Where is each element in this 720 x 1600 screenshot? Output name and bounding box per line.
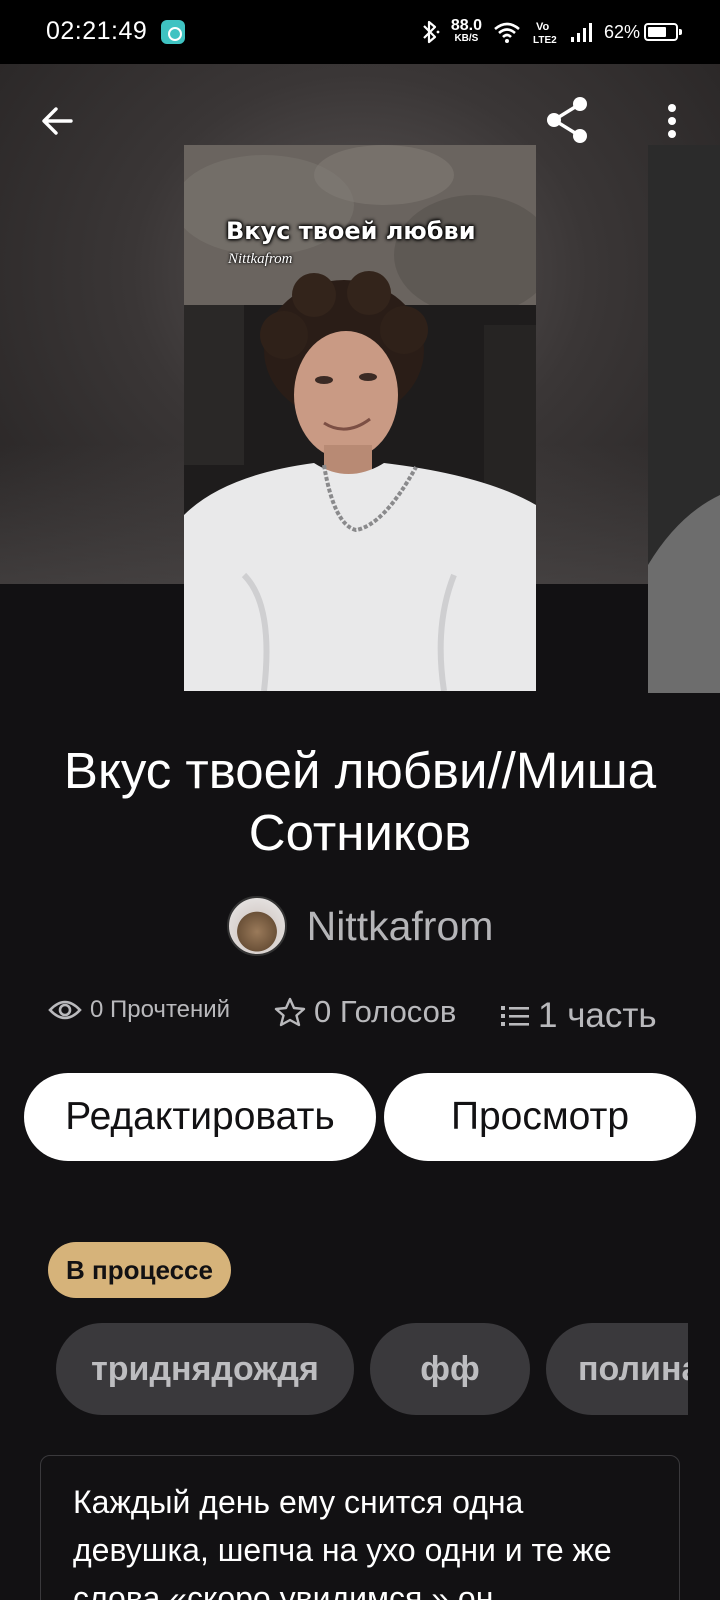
cover-title: Вкус твоей любви xyxy=(226,217,476,245)
next-book-cover[interactable] xyxy=(648,145,720,693)
battery-indicator: 62% xyxy=(603,21,682,43)
parts-stat: 1 часть xyxy=(500,996,657,1036)
status-badge: В процессе xyxy=(48,1242,231,1298)
votes-count: 0 Голосов xyxy=(314,994,457,1029)
next-cover-photo xyxy=(648,145,720,693)
status-time: 02:21:49 xyxy=(46,17,148,45)
more-vertical-icon xyxy=(668,104,676,138)
author-name[interactable]: Nittkafrom xyxy=(307,903,494,950)
volte-icon: Vo LTE2 xyxy=(533,21,557,45)
tag-chip[interactable]: триднядождя xyxy=(56,1323,354,1415)
more-options-button[interactable] xyxy=(650,94,694,148)
network-speed-unit: KB/S xyxy=(454,33,479,44)
app-notification-icon xyxy=(161,20,185,44)
description-text: Каждый день ему снится одна девушка, шеп… xyxy=(73,1484,612,1600)
bluetooth-icon xyxy=(423,20,440,44)
battery-percent: 62% xyxy=(603,21,640,42)
share-button[interactable] xyxy=(540,92,596,148)
book-cover[interactable]: Вкус твоей любви Nittkafrom xyxy=(184,145,536,691)
reads-stat: 0 Прочтений xyxy=(48,996,230,1024)
parts-count: 1 часть xyxy=(538,996,657,1035)
tag-chip[interactable]: полина xyxy=(546,1323,688,1415)
battery-icon xyxy=(644,23,682,41)
star-icon xyxy=(274,997,306,1027)
tag-chip[interactable]: фф xyxy=(370,1323,530,1415)
arrow-left-icon xyxy=(42,107,73,135)
preview-button[interactable]: Просмотр xyxy=(384,1073,696,1161)
status-bar: 02:21:49 88.0 KB/S Vo LTE2 62% xyxy=(0,0,720,64)
share-icon xyxy=(547,97,587,143)
eye-icon xyxy=(48,1000,82,1020)
list-icon xyxy=(501,1006,529,1026)
tags-row[interactable]: триднядождя фф полина xyxy=(56,1323,688,1415)
author-row[interactable]: Nittkafrom xyxy=(0,896,720,956)
svg-text:Vo: Vo xyxy=(536,21,550,33)
network-speed-value: 88.0 xyxy=(450,17,482,34)
wifi-icon xyxy=(494,22,520,43)
signal-icon xyxy=(570,23,592,42)
network-speed: 88.0 KB/S xyxy=(450,17,482,45)
book-title: Вкус твоей любви//Миша Сотников xyxy=(63,742,657,861)
book-stats: 0 Прочтений 0 Голосов 1 часть xyxy=(48,990,688,1040)
back-button[interactable] xyxy=(30,94,84,148)
svg-text:LTE2: LTE2 xyxy=(533,35,557,45)
author-avatar[interactable] xyxy=(226,896,287,956)
status-indicators: 88.0 KB/S Vo LTE2 62% xyxy=(419,14,682,50)
cover-author: Nittkafrom xyxy=(228,251,293,267)
description-box: Каждый день ему снится одна девушка, шеп… xyxy=(40,1455,680,1600)
reads-count: 0 Прочтений xyxy=(90,996,231,1023)
edit-button[interactable]: Редактировать xyxy=(24,1073,376,1161)
votes-stat: 0 Голосов xyxy=(274,994,456,1030)
